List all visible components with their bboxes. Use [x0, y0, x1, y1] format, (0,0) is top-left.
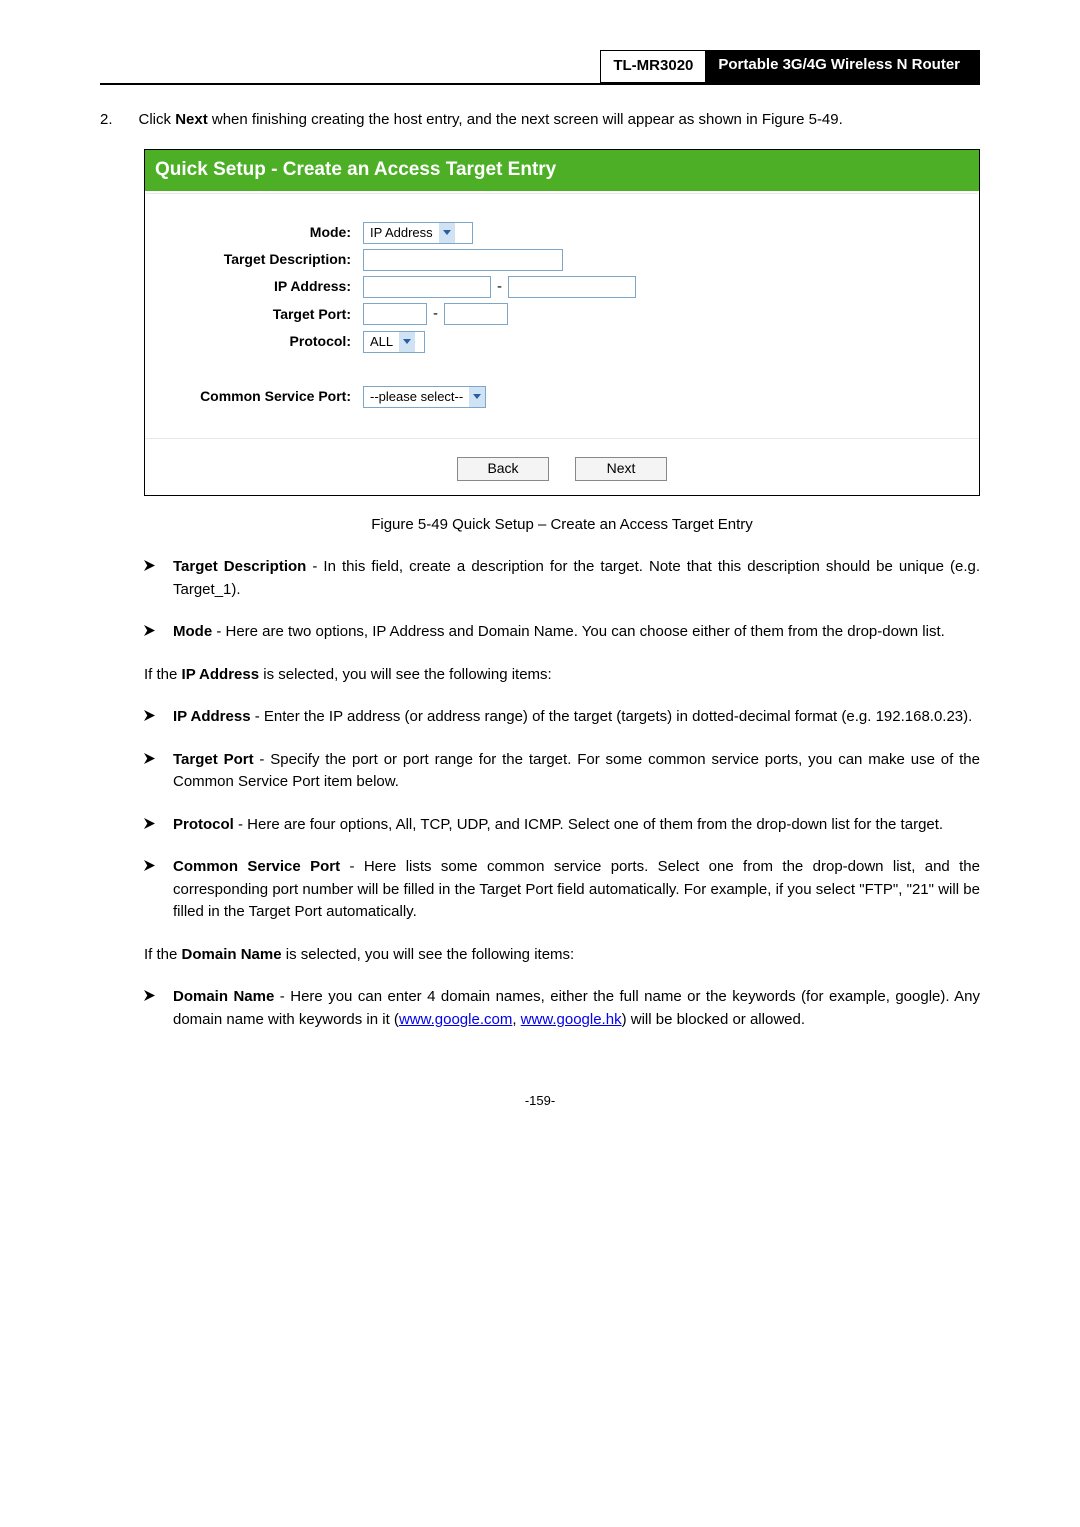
common-port-select[interactable]: --please select--	[363, 386, 486, 408]
bullet-bold: Common Service Port	[173, 858, 340, 875]
p-post: is selected, you will see the following …	[259, 666, 552, 683]
protocol-select[interactable]: ALL	[363, 331, 425, 353]
chevron-down-icon	[439, 223, 455, 243]
port-dash: -	[433, 303, 438, 326]
step-pre: Click	[139, 111, 176, 128]
figure-title: Quick Setup - Create an Access Target En…	[145, 150, 979, 191]
step-number: 2.	[100, 109, 113, 132]
protocol-label: Protocol:	[145, 331, 363, 352]
arrow-bullet-icon	[144, 986, 155, 1031]
bullet-ip-address: IP Address - Enter the IP address (or ad…	[173, 706, 980, 729]
ip-end-input[interactable]	[508, 276, 636, 298]
step-text: Click Next when finishing creating the h…	[139, 109, 980, 132]
link-google-hk[interactable]: www.google.hk	[521, 1011, 622, 1028]
chevron-down-icon	[469, 387, 485, 407]
if-ip-paragraph: If the IP Address is selected, you will …	[144, 664, 980, 687]
figure-body: Mode: IP Address Target Description: IP …	[145, 191, 979, 495]
bullet-domain-name: Domain Name - Here you can enter 4 domai…	[173, 986, 980, 1031]
bullet-text: - Here are four options, All, TCP, UDP, …	[234, 816, 943, 833]
doc-title: Portable 3G/4G Wireless N Router	[706, 50, 980, 83]
ip-start-input[interactable]	[363, 276, 491, 298]
bullet-bold: Target Description	[173, 558, 306, 575]
model-badge: TL-MR3020	[600, 50, 706, 83]
bullet-text: - Here are two options, IP Address and D…	[212, 623, 945, 640]
doc-header: TL-MR3020 Portable 3G/4G Wireless N Rout…	[100, 50, 980, 85]
bullet-text: - Enter the IP address (or address range…	[251, 708, 973, 725]
step-bold: Next	[175, 111, 208, 128]
step-2: 2. Click Next when finishing creating th…	[100, 109, 980, 132]
bullet-mode: Mode - Here are two options, IP Address …	[173, 621, 980, 644]
bullet-target-port: Target Port - Specify the port or port r…	[173, 749, 980, 794]
bullet-bold: Domain Name	[173, 988, 274, 1005]
bullet-text-end: ) will be blocked or allowed.	[622, 1011, 805, 1028]
mode-label: Mode:	[145, 222, 363, 243]
arrow-bullet-icon	[144, 706, 155, 729]
arrow-bullet-icon	[144, 749, 155, 794]
mode-select-value: IP Address	[364, 223, 439, 243]
bullet-target-desc: Target Description - In this field, crea…	[173, 556, 980, 601]
link-google-com[interactable]: www.google.com	[399, 1011, 512, 1028]
figure-box: Quick Setup - Create an Access Target En…	[144, 149, 980, 496]
ip-dash: -	[497, 276, 502, 299]
target-desc-input[interactable]	[363, 249, 563, 271]
protocol-select-value: ALL	[364, 332, 399, 352]
figure-caption: Figure 5-49 Quick Setup – Create an Acce…	[144, 514, 980, 537]
bullet-bold: Mode	[173, 623, 212, 640]
port-start-input[interactable]	[363, 303, 427, 325]
bullet-common-service-port: Common Service Port - Here lists some co…	[173, 856, 980, 924]
bullet-bold: Protocol	[173, 816, 234, 833]
p-bold: Domain Name	[182, 946, 282, 963]
bullet-bold: Target Port	[173, 751, 254, 768]
p-bold: IP Address	[182, 666, 260, 683]
mode-select[interactable]: IP Address	[363, 222, 473, 244]
page-number: -159-	[100, 1091, 980, 1111]
p-post: is selected, you will see the following …	[282, 946, 575, 963]
target-desc-label: Target Description:	[145, 249, 363, 270]
next-button[interactable]: Next	[575, 457, 667, 481]
common-port-label: Common Service Port:	[145, 386, 363, 407]
p-pre: If the	[144, 666, 182, 683]
arrow-bullet-icon	[144, 556, 155, 601]
common-port-select-value: --please select--	[364, 387, 469, 407]
arrow-bullet-icon	[144, 621, 155, 644]
chevron-down-icon	[399, 332, 415, 352]
bullet-text: - Specify the port or port range for the…	[173, 751, 980, 791]
back-button[interactable]: Back	[457, 457, 549, 481]
link-sep: ,	[512, 1011, 520, 1028]
arrow-bullet-icon	[144, 814, 155, 837]
if-domain-paragraph: If the Domain Name is selected, you will…	[144, 944, 980, 967]
p-pre: If the	[144, 946, 182, 963]
ip-label: IP Address:	[145, 276, 363, 297]
arrow-bullet-icon	[144, 856, 155, 924]
port-end-input[interactable]	[444, 303, 508, 325]
divider	[146, 193, 978, 194]
bullet-bold: IP Address	[173, 708, 251, 725]
bullet-protocol: Protocol - Here are four options, All, T…	[173, 814, 980, 837]
step-post: when finishing creating the host entry, …	[208, 111, 843, 128]
port-label: Target Port:	[145, 304, 363, 325]
